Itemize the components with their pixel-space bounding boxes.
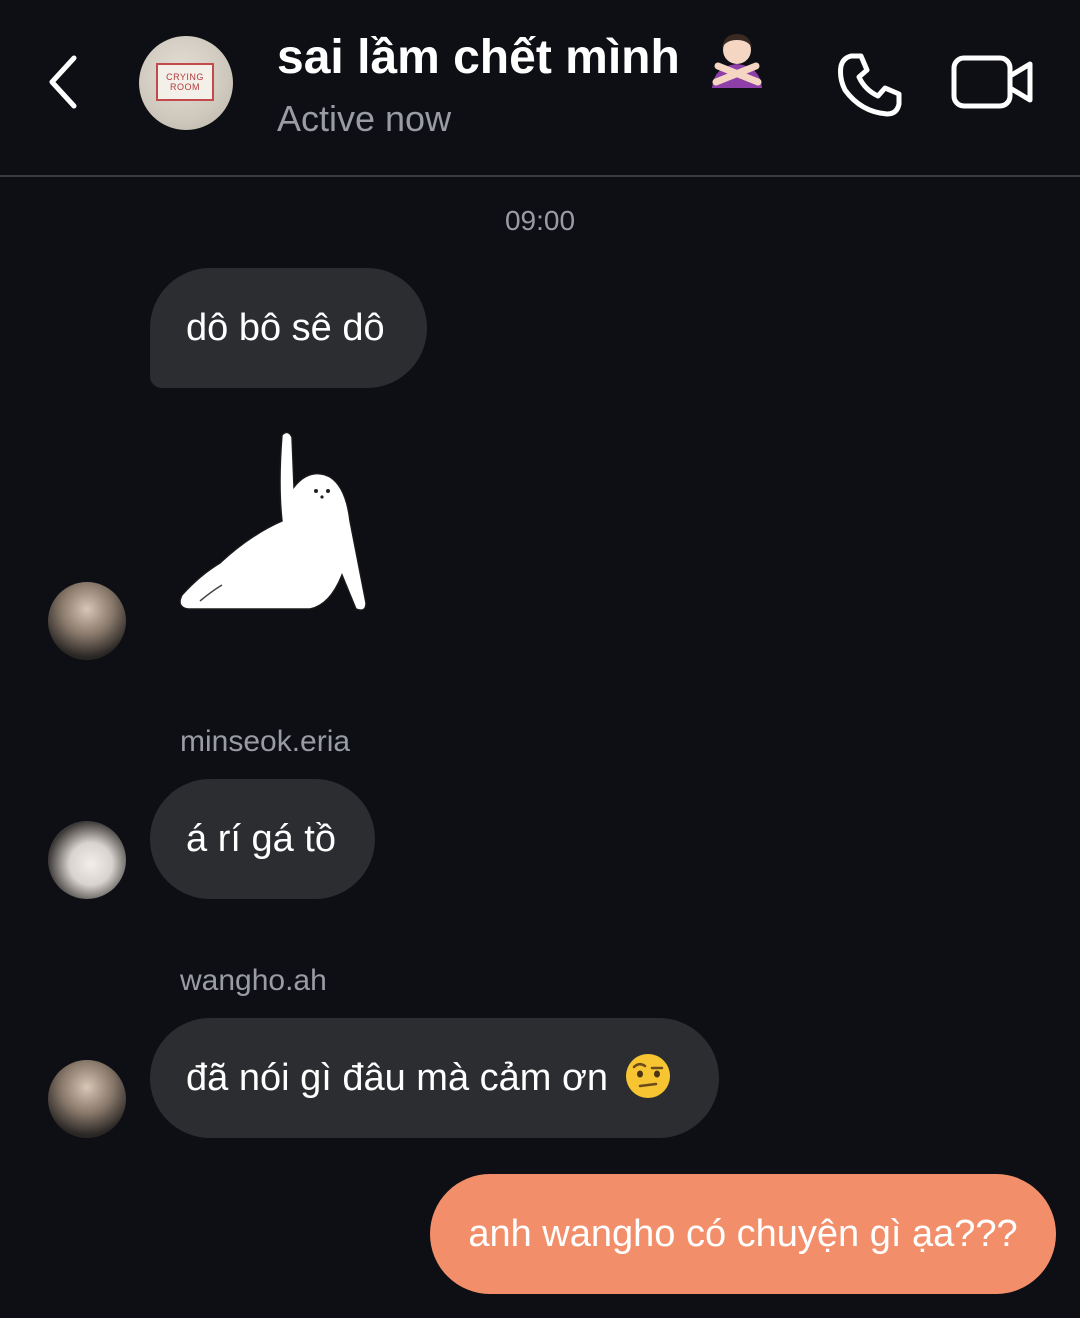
chat-title[interactable]: sai lầm chết mình <box>277 30 680 85</box>
message-bubble-outgoing[interactable]: anh wangho có chuyện gì ạa??? <box>430 1174 1056 1294</box>
phone-icon[interactable] <box>835 50 905 120</box>
chat-header: CRYING ROOM sai lầm chết mình Active now <box>0 0 1080 177</box>
back-chevron-icon[interactable] <box>40 50 90 114</box>
message-timestamp: 09:00 <box>504 205 576 236</box>
group-avatar[interactable]: CRYING ROOM <box>139 36 233 130</box>
message-text: đã nói gì đâu mà cảm ơn <box>186 1057 609 1099</box>
message-bubble-incoming[interactable]: dô bô sê dô <box>150 268 427 388</box>
face-with-raised-eyebrow-emoji <box>625 1053 670 1098</box>
avatar-wangho[interactable] <box>48 1060 126 1138</box>
message-bubble-incoming[interactable]: đã nói gì đâu mà cảm ơn <box>150 1018 719 1138</box>
avatar-wangho[interactable] <box>48 582 126 660</box>
crying-room-sign: CRYING ROOM <box>156 63 214 101</box>
sender-name: minseok.eria <box>180 725 351 758</box>
seal-sticker[interactable] <box>170 425 375 615</box>
video-camera-icon[interactable] <box>950 52 1034 112</box>
message-bubble-incoming[interactable]: á rí gá tồ <box>150 779 375 899</box>
sender-name: wangho.ah <box>180 964 327 997</box>
person-gesturing-no-emoji <box>712 34 762 88</box>
active-status: Active now <box>277 98 452 139</box>
avatar-minseok[interactable] <box>48 821 126 899</box>
